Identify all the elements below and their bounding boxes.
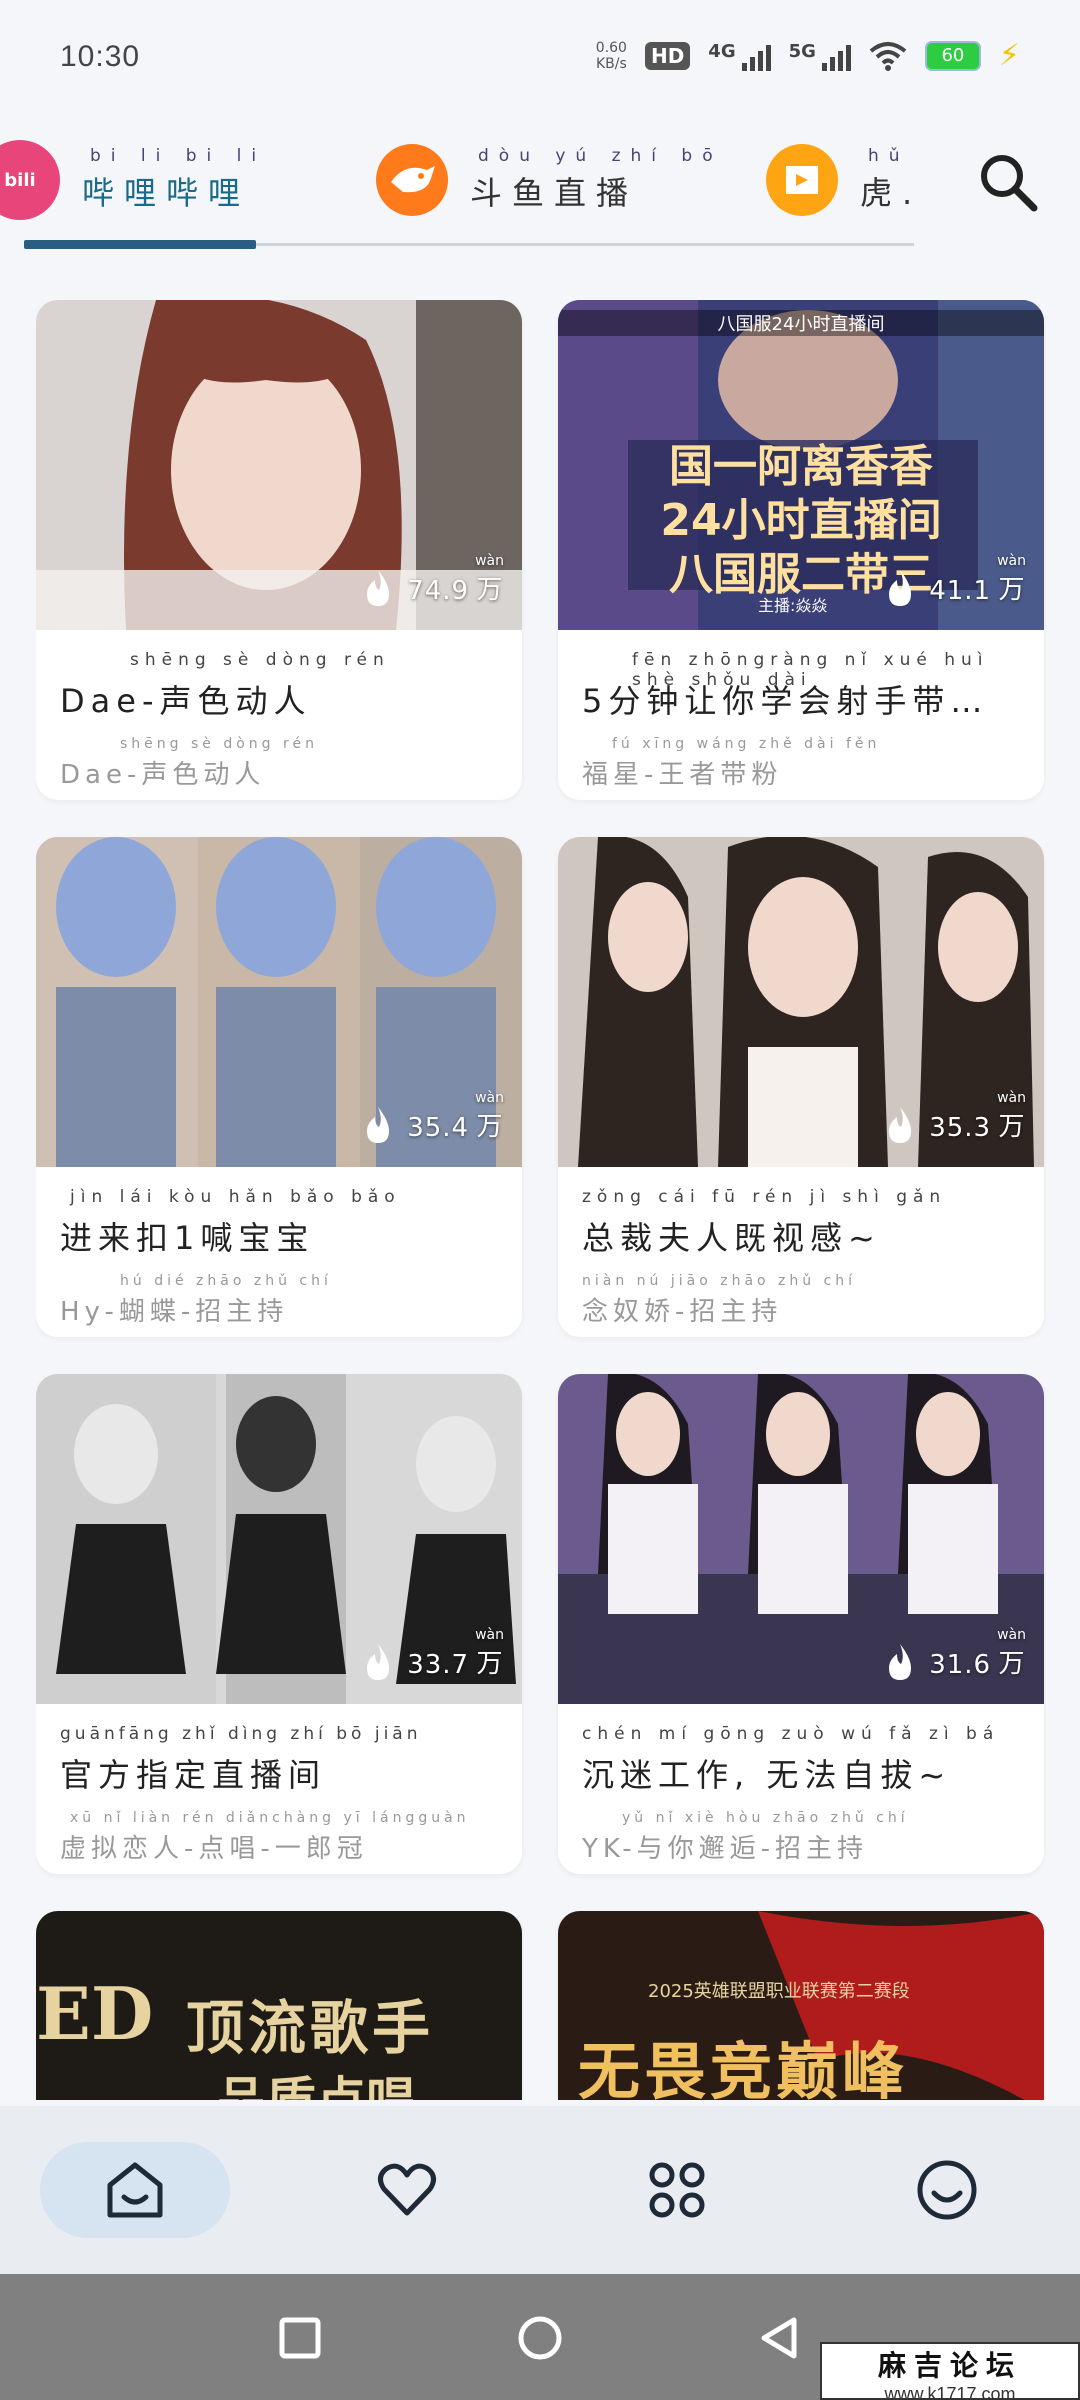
status-icons: 0.60 KB/s HD 4G 5G 60 ⚡ — [596, 38, 1020, 73]
stream-thumbnail: 2025英雄联盟职业联赛第二赛段 无畏竞巅峰 — [558, 1911, 1044, 2100]
stream-thumbnail: 八国服24小时直播间 国一阿离香香 24小时直播间 八国服二带三 主播:焱焱 4… — [558, 300, 1044, 630]
flame-icon — [367, 1644, 390, 1680]
stream-card[interactable]: 31.6 wàn 万 chén mí gōng zuò wú fǎ zì bá 沉… — [558, 1374, 1044, 1874]
tab-label: 斗鱼直播 — [470, 174, 639, 212]
bilibili-logo-icon: bili — [0, 140, 60, 220]
signal-4g-icon: 4G — [708, 41, 771, 71]
home-circle-icon[interactable] — [516, 2314, 564, 2362]
stream-thumbnail: 35.3 wàn 万 — [558, 837, 1044, 1167]
home-icon — [107, 2162, 163, 2218]
flame-icon — [889, 570, 912, 606]
status-time: 10:30 — [60, 40, 141, 73]
viewer-count: 35.4 wàn 万 — [363, 1090, 504, 1143]
streamer-name: 念奴娇-招主持 — [582, 1297, 783, 1327]
stream-title: 沉迷工作, 无法自拔~ — [582, 1756, 952, 1794]
stream-title: 官方指定直播间 — [60, 1756, 327, 1794]
viewer-count: 35.3 wàn 万 — [885, 1090, 1026, 1143]
stream-card[interactable]: 35.4 wàn 万 jìn lái kòu hǎn bǎo bǎo 进来扣1喊宝… — [36, 837, 522, 1337]
smile-icon — [917, 2160, 977, 2220]
system-nav-bar: 麻吉论坛 www.k1717.com — [0, 2274, 1080, 2400]
stream-card[interactable]: 八国服24小时直播间 国一阿离香香 24小时直播间 八国服二带三 主播:焱焱 4… — [558, 300, 1044, 800]
huya-logo-icon — [766, 144, 838, 216]
stream-card[interactable]: ED 顶流歌手 品质点唱 — [36, 1911, 522, 2100]
stream-card[interactable]: 74.9 wàn 万 shēng sè dòng rén Dae-声色动人 shē… — [36, 300, 522, 800]
net-speed: 0.60 KB/s — [595, 39, 627, 72]
stream-thumbnail: 35.4 wàn 万 — [36, 837, 522, 1167]
tab-indicator — [24, 240, 256, 249]
back-icon[interactable] — [756, 2314, 804, 2362]
search-icon[interactable] — [976, 150, 1040, 214]
wifi-icon — [869, 41, 907, 71]
recents-icon[interactable] — [276, 2314, 324, 2362]
bottom-nav — [0, 2106, 1080, 2274]
stream-title: 总裁夫人既视感~ — [582, 1219, 881, 1257]
stream-card[interactable]: 2025英雄联盟职业联赛第二赛段 无畏竞巅峰 — [558, 1911, 1044, 2100]
stream-thumbnail: 74.9 wàn 万 — [36, 300, 522, 630]
nav-home[interactable] — [40, 2142, 230, 2238]
stream-title: Dae-声色动人 — [60, 682, 312, 720]
nav-profile[interactable] — [852, 2142, 1042, 2238]
stream-title: 进来扣1喊宝宝 — [60, 1219, 315, 1257]
platform-tabs: bili bi li bi li 哔哩哔哩 dòu yú zhí bō 斗鱼直播… — [0, 130, 1080, 240]
tab-bilibili[interactable]: bili bi li bi li 哔哩哔哩 — [0, 130, 266, 230]
signal-5g-icon: 5G — [789, 41, 851, 71]
tab-huya[interactable]: hǔ 虎. — [766, 130, 922, 230]
stream-card[interactable]: 35.3 wàn 万 zǒng cái fū rén jì shì gǎn 总裁夫… — [558, 837, 1044, 1337]
viewer-count: 41.1 wàn 万 — [885, 553, 1026, 606]
hd-icon: HD — [644, 41, 691, 70]
viewer-count: 33.7 wàn 万 — [363, 1627, 504, 1680]
flame-icon — [889, 1107, 912, 1143]
stream-grid: 74.9 wàn 万 shēng sè dòng rén Dae-声色动人 shē… — [36, 300, 1046, 2100]
tab-label: 虎. — [860, 174, 923, 212]
watermark: 麻吉论坛 www.k1717.com — [820, 2342, 1080, 2400]
nav-favorites[interactable] — [312, 2142, 502, 2238]
stream-thumbnail: 31.6 wàn 万 — [558, 1374, 1044, 1704]
flame-icon — [367, 1107, 390, 1143]
douyu-logo-icon — [376, 144, 448, 216]
tab-douyu[interactable]: dòu yú zhí bō 斗鱼直播 — [376, 130, 723, 230]
viewer-count: 74.9 wàn 万 — [363, 553, 504, 606]
stream-thumbnail: 33.7 wàn 万 — [36, 1374, 522, 1704]
flame-icon — [367, 570, 390, 606]
stream-thumbnail: ED 顶流歌手 品质点唱 — [36, 1911, 522, 2100]
status-bar: 10:30 0.60 KB/s HD 4G 5G 60 ⚡ — [0, 0, 1080, 120]
streamer-name: 福星-王者带粉 — [582, 760, 783, 790]
battery-icon: 60 — [924, 40, 981, 71]
heart-icon — [378, 2163, 436, 2216]
streamer-name: Hy-蝴蝶-招主持 — [60, 1297, 289, 1327]
streamer-name: Dae-声色动人 — [60, 760, 266, 790]
stream-title: 5分钟让你学会射手带… — [582, 682, 989, 720]
nav-categories[interactable] — [582, 2142, 772, 2238]
viewer-count: 31.6 wàn 万 — [885, 1627, 1026, 1680]
charging-icon: ⚡ — [998, 38, 1020, 73]
apps-icon — [649, 2162, 705, 2218]
stream-card[interactable]: 33.7 wàn 万 guānfāng zhǐ dìng zhí bō jiān … — [36, 1374, 522, 1874]
flame-icon — [889, 1644, 912, 1680]
streamer-name: 虚拟恋人-点唱-一郎冠 — [60, 1834, 368, 1864]
streamer-name: YK-与你邂逅-招主持 — [582, 1834, 868, 1864]
tab-label: 哔哩哔哩 — [82, 174, 251, 212]
